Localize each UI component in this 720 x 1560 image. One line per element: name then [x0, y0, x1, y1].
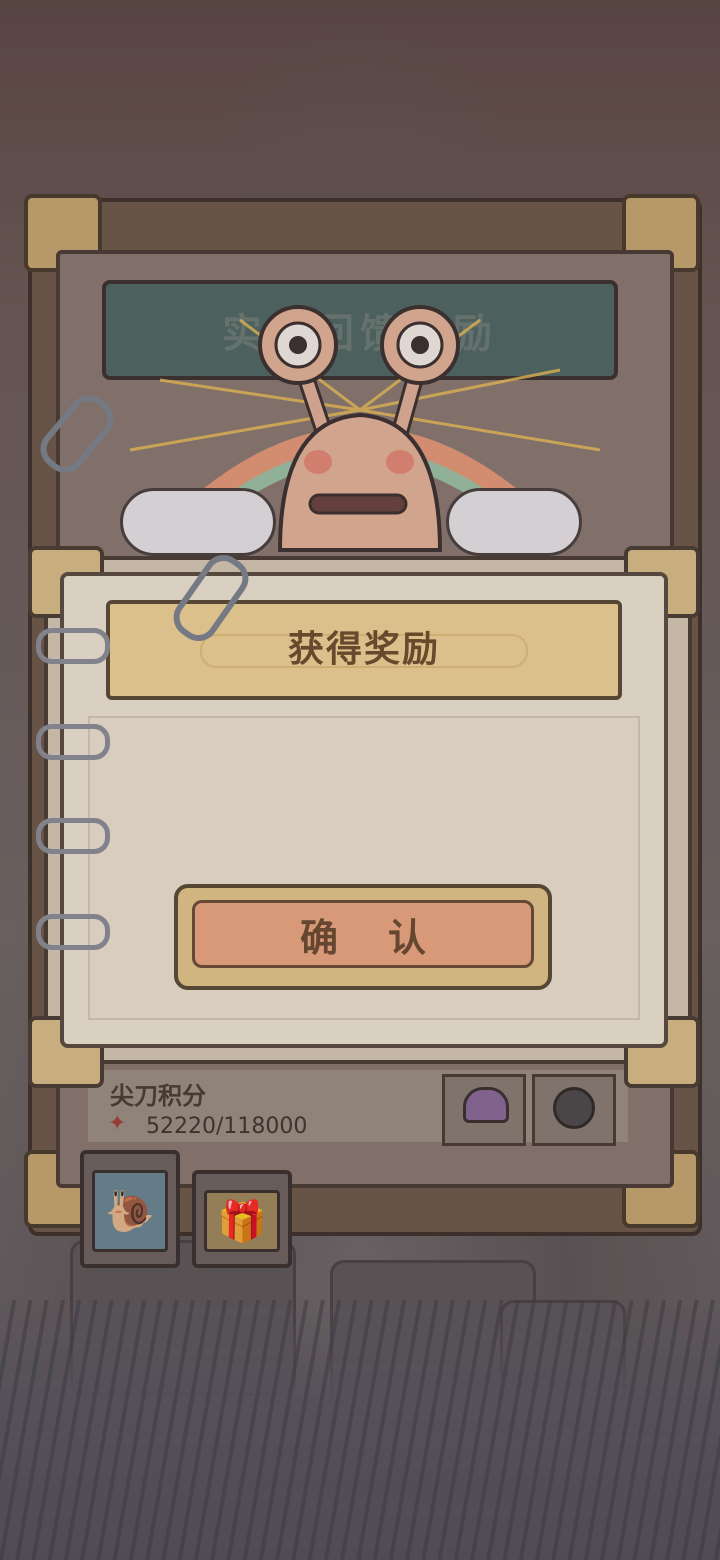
gift-tab[interactable]: 🎁	[192, 1170, 292, 1268]
reward-slot-mushroom[interactable]	[442, 1074, 526, 1146]
tadpole-icon	[553, 1087, 595, 1129]
binder-ring	[36, 914, 110, 950]
bat-icon: ✦	[108, 1111, 127, 1136]
confirm-button-label: 确认	[192, 900, 534, 968]
reward-slot-item[interactable]	[532, 1074, 616, 1146]
binder-ring	[36, 818, 110, 854]
points-score: 52220/118000	[146, 1114, 308, 1139]
confirm-button[interactable]: 确认	[174, 884, 552, 990]
mushroom-icon	[463, 1087, 509, 1123]
gift-box-icon: 🎁	[204, 1190, 280, 1252]
grass-foreground	[0, 1300, 720, 1560]
binder-ring	[36, 724, 110, 760]
cloud-left	[120, 488, 276, 556]
cloud-right	[446, 488, 582, 556]
binder-ring	[36, 628, 110, 664]
points-label: 尖刀积分	[110, 1082, 206, 1110]
snail-tab[interactable]: 🐌	[80, 1150, 180, 1268]
snail-icon: 🐌	[92, 1170, 168, 1252]
